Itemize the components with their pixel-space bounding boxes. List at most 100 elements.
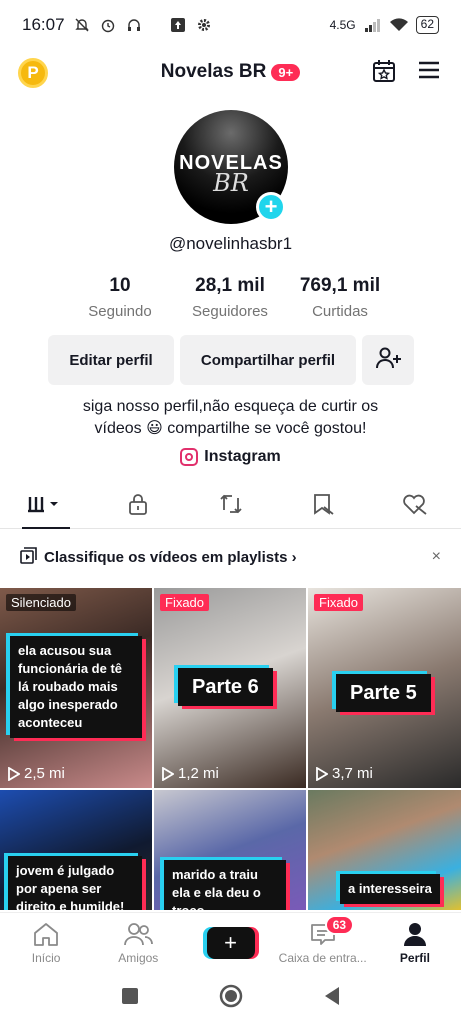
stat-value: 28,1 mil — [195, 275, 265, 296]
video-thumbnail[interactable]: jovem é julgado por apena ser direito e … — [0, 790, 152, 910]
add-user-icon — [375, 346, 401, 374]
grid-view-icon — [26, 494, 66, 519]
status-bar: 16:07 4.5G 62 — [0, 0, 461, 50]
pinned-badge: Fixado — [314, 594, 364, 611]
video-caption: ela acusou sua funcionária de tê lá roub… — [10, 636, 142, 738]
nav-label: Perfil — [399, 950, 430, 965]
nav-label: Amigos — [118, 950, 159, 965]
username: @novelinhasbr1 — [168, 234, 293, 253]
recents-button[interactable] — [121, 987, 139, 1010]
video-caption: jovem é julgado por apena ser direito e … — [8, 856, 142, 910]
profile-icon — [403, 922, 426, 946]
profile-header: P Novelas BR 9+ — [0, 50, 461, 94]
nav-inbox[interactable]: Caixa de entra... 63 — [277, 913, 369, 972]
video-caption: Parte 6 — [178, 668, 273, 706]
video-thumbnail[interactable]: Silenciado ela acusou sua funcionária de… — [0, 588, 152, 788]
video-caption: Parte 5 — [336, 674, 431, 712]
stat-following[interactable]: 10 Seguindo — [70, 275, 170, 320]
profile-actions: Editar perfil Compartilhar perfil — [48, 335, 414, 385]
system-navigation — [0, 972, 461, 1024]
home-button[interactable] — [219, 984, 243, 1013]
avatar-logo-script: BR — [213, 168, 249, 197]
instagram-link[interactable]: Instagram — [0, 448, 461, 466]
tab-reposts[interactable] — [184, 485, 276, 528]
stat-label: Seguindo — [88, 303, 152, 320]
play-icon — [316, 766, 328, 781]
tab-videos[interactable] — [0, 485, 92, 529]
tab-liked[interactable] — [369, 485, 461, 528]
stat-label: Curtidas — [312, 303, 368, 320]
calendar-star-icon[interactable] — [371, 58, 397, 89]
close-icon[interactable]: × — [432, 548, 441, 566]
play-icon — [162, 766, 174, 781]
stat-label: Seguidores — [192, 303, 268, 320]
signal-icon — [364, 16, 382, 34]
video-thumbnail[interactable]: Fixado Parte 5 3,7 mi — [308, 588, 461, 788]
view-count-value: 2,5 mi — [24, 765, 65, 782]
stat-value: 769,1 mil — [299, 275, 381, 296]
stat-likes[interactable]: 769,1 mil Curtidas — [290, 275, 390, 320]
view-count-value: 1,2 mi — [178, 765, 219, 782]
nav-home[interactable]: Início — [0, 913, 92, 972]
network-type: 4.5G — [329, 18, 356, 32]
video-thumbnail[interactable]: a interesseira — [308, 790, 461, 910]
bio-line: siga nosso perfil,não esqueça de curtir … — [82, 398, 379, 415]
back-button[interactable] — [323, 986, 341, 1011]
friends-icon — [124, 922, 154, 945]
wifi-icon — [389, 16, 408, 34]
video-caption: marido a traiu ela e ela deu o troco — [164, 860, 286, 910]
nav-profile[interactable]: Perfil — [369, 913, 461, 972]
inbox-badge: 63 — [324, 915, 355, 935]
battery-indicator: 62 — [415, 16, 439, 34]
account-switcher[interactable]: Novelas BR 9+ — [160, 61, 301, 83]
video-grid: Silenciado ela acusou sua funcionária de… — [0, 588, 461, 910]
edit-profile-button[interactable]: Editar perfil — [48, 335, 174, 385]
nav-label: Caixa de entra... — [278, 950, 367, 965]
muted-badge: Silenciado — [6, 594, 76, 611]
view-count-value: 3,7 mi — [332, 765, 373, 782]
stat-value: 10 — [109, 275, 131, 296]
play-icon — [8, 766, 20, 781]
stat-followers[interactable]: 28,1 mil Seguidores — [180, 275, 280, 320]
gear-icon — [195, 16, 213, 34]
account-badge: 9+ — [271, 63, 301, 81]
instagram-icon — [180, 448, 199, 466]
coin-icon[interactable]: P — [18, 58, 48, 88]
video-caption: a interesseira — [340, 874, 440, 904]
profile-avatar[interactable]: NOVELAS BR + — [174, 110, 288, 224]
profile-stats: 10 Seguindo 28,1 mil Seguidores 769,1 mi… — [70, 275, 390, 320]
bottom-navigation: Início Amigos + Caixa de entra... 63 Per… — [0, 912, 461, 972]
lock-icon — [127, 493, 149, 520]
add-friend-button[interactable] — [362, 335, 414, 385]
pinned-badge: Fixado — [160, 594, 210, 611]
view-count: 1,2 mi — [162, 765, 219, 782]
video-thumbnail[interactable]: marido a traiu ela e ela deu o troco — [154, 790, 306, 910]
profile-bio: siga nosso perfil,não esqueça de curtir … — [0, 396, 461, 440]
playlist-icon — [20, 546, 38, 568]
home-icon — [34, 922, 58, 946]
create-button[interactable]: + — [206, 926, 255, 959]
bell-off-icon — [73, 16, 91, 34]
tab-favorites[interactable] — [277, 485, 369, 528]
nav-friends[interactable]: Amigos — [92, 913, 184, 972]
bookmark-hidden-icon — [311, 493, 335, 520]
clock: 16:07 — [22, 15, 65, 34]
tab-private[interactable] — [92, 485, 184, 528]
playlist-banner-text: Classifique os vídeos em playlists › — [44, 548, 297, 566]
upload-icon — [169, 16, 187, 34]
instagram-label: Instagram — [204, 448, 281, 465]
menu-icon[interactable] — [417, 58, 441, 89]
view-count: 2,5 mi — [8, 765, 65, 782]
heart-hidden-icon — [402, 493, 428, 520]
account-name: Novelas BR — [160, 61, 267, 82]
nav-create[interactable]: + — [184, 913, 276, 972]
repost-icon — [219, 493, 243, 520]
add-story-button[interactable]: + — [256, 192, 286, 222]
content-tabs — [0, 485, 461, 529]
bio-line: vídeos 😃 compartilhe se você gostou! — [94, 420, 367, 437]
headphones-icon — [125, 16, 143, 34]
playlist-banner[interactable]: Classifique os vídeos em playlists › × — [0, 540, 461, 574]
share-profile-button[interactable]: Compartilhar perfil — [180, 335, 356, 385]
alarm-icon — [99, 16, 117, 34]
video-thumbnail[interactable]: Fixado Parte 6 1,2 mi — [154, 588, 306, 788]
